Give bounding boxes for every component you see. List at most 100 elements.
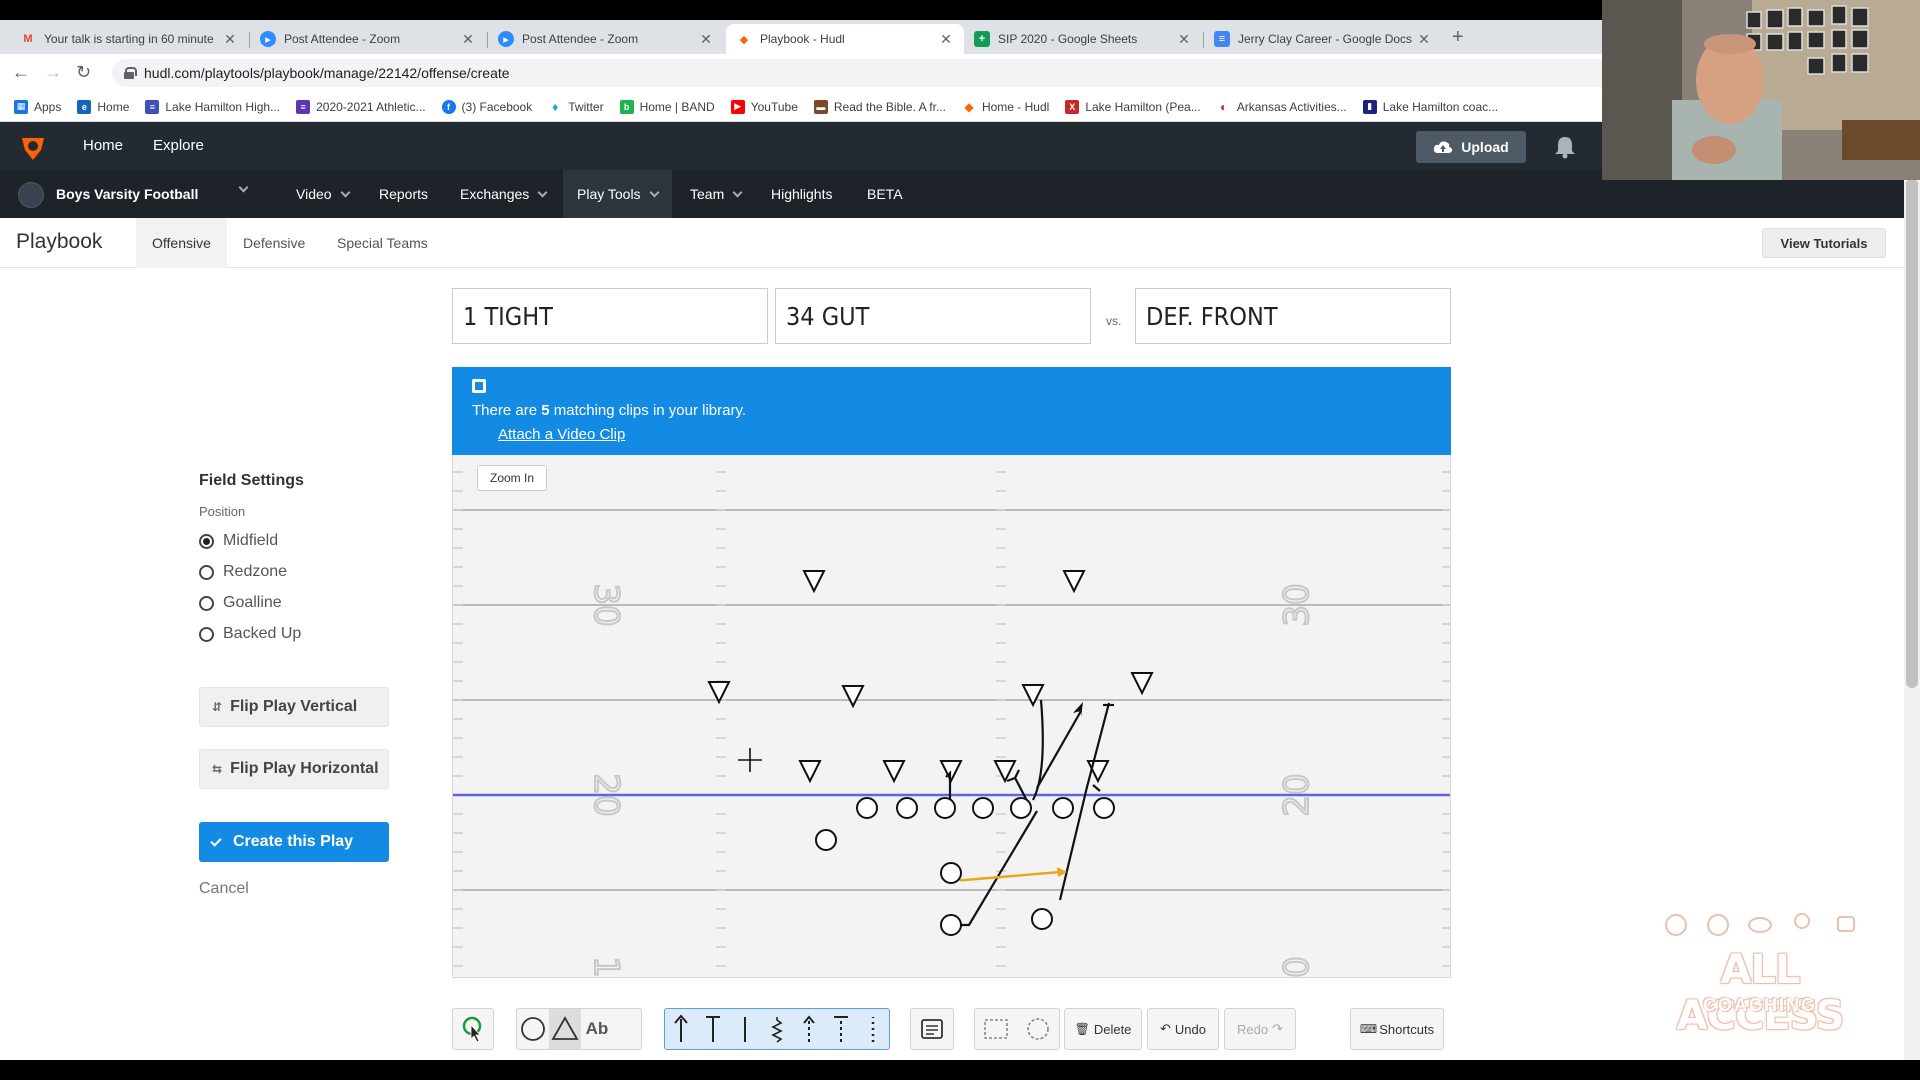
- bookmark-apps[interactable]: ▦ Apps: [14, 99, 61, 114]
- team-avatar[interactable]: [18, 182, 44, 208]
- select-tool-button[interactable]: [452, 1008, 494, 1050]
- plain-line-tool[interactable]: [729, 1009, 761, 1049]
- team-name[interactable]: Boys Varsity Football: [56, 186, 198, 202]
- flip-horizontal-button[interactable]: ⇆ Flip Play Horizontal: [199, 749, 389, 789]
- subnav-beta[interactable]: BETA: [853, 170, 917, 218]
- block-line-tool[interactable]: [697, 1009, 729, 1049]
- bookmark-facebook[interactable]: f (3) Facebook: [441, 99, 532, 114]
- tab-offensive[interactable]: Offensive: [136, 218, 227, 268]
- bookmark-band[interactable]: b Home | BAND: [619, 99, 715, 114]
- browser-tab-zoom-2[interactable]: ▸ Post Attendee - Zoom ✕: [488, 24, 724, 54]
- tab-defensive[interactable]: Defensive: [227, 218, 321, 268]
- subnav-team[interactable]: Team: [676, 170, 755, 218]
- subnav-label: Highlights: [771, 186, 833, 202]
- dashed-arrow-tool[interactable]: [793, 1009, 825, 1049]
- bookmark-bible[interactable]: ▬ Read the Bible. A fr...: [813, 99, 946, 114]
- defense-front-input[interactable]: DEF. FRONT: [1135, 288, 1451, 344]
- browser-tab-sheets[interactable]: + SIP 2020 - Google Sheets ✕: [964, 24, 1202, 54]
- triangle-tool[interactable]: [549, 1009, 581, 1049]
- subnav-reports[interactable]: Reports: [365, 170, 442, 218]
- chevron-down-icon[interactable]: [238, 182, 249, 193]
- redo-icon: ↷: [1272, 1021, 1283, 1036]
- bookmark-lake-hamilton-coach[interactable]: ▮ Lake Hamilton coac...: [1362, 99, 1498, 114]
- subnav-label: Video: [296, 186, 332, 202]
- bell-icon[interactable]: [1552, 134, 1578, 160]
- new-tab-button[interactable]: +: [1452, 26, 1464, 49]
- espn-icon: e: [77, 99, 92, 114]
- close-icon[interactable]: ✕: [460, 31, 476, 48]
- bookmark-lake-hamilton-pea[interactable]: X Lake Hamilton (Pea...: [1065, 99, 1201, 114]
- bookmark-arkansas[interactable]: ◐ Arkansas Activities...: [1216, 99, 1347, 114]
- rect-select-tool[interactable]: [975, 1009, 1017, 1049]
- radio-label: Redzone: [223, 563, 288, 580]
- tab-special-teams[interactable]: Special Teams: [321, 218, 444, 268]
- radio-label: Goalline: [223, 594, 282, 611]
- circle-tool[interactable]: [517, 1009, 549, 1049]
- tab-label: SIP 2020 - Google Sheets: [998, 32, 1138, 46]
- trash-icon: 🗑: [1074, 1022, 1090, 1036]
- zoom-in-button[interactable]: Zoom In: [477, 465, 547, 491]
- bookmark-athletic[interactable]: ≡ 2020-2021 Athletic...: [296, 99, 426, 114]
- hudl-logo-icon[interactable]: [18, 132, 48, 162]
- close-icon[interactable]: ✕: [698, 31, 714, 48]
- browser-tab-zoom-1[interactable]: ▸ Post Attendee - Zoom ✕: [250, 24, 486, 54]
- bookmark-home[interactable]: e Home: [77, 99, 129, 114]
- lasso-select-tool[interactable]: [1017, 1009, 1059, 1049]
- cancel-link[interactable]: Cancel: [199, 880, 249, 898]
- subnav-video[interactable]: Video: [282, 170, 363, 218]
- subnav-play-tools[interactable]: Play Tools: [563, 170, 672, 218]
- nav-explore[interactable]: Explore: [153, 137, 204, 154]
- subnav-highlights[interactable]: Highlights: [757, 170, 846, 218]
- subnav-exchanges[interactable]: Exchanges: [446, 170, 560, 218]
- button-label: Create this Play: [233, 833, 354, 850]
- dashed-block-icon: [834, 1016, 848, 1042]
- back-arrow-icon[interactable]: ←: [12, 62, 30, 83]
- shortcuts-button[interactable]: ⌨ Shortcuts: [1350, 1008, 1444, 1050]
- nav-home[interactable]: Home: [83, 137, 123, 154]
- radio-midfield[interactable]: Midfield: [199, 532, 278, 550]
- subnav-label: Exchanges: [460, 186, 530, 202]
- delete-button[interactable]: 🗑 Delete: [1064, 1008, 1142, 1050]
- text-tool[interactable]: Ab: [581, 1009, 613, 1049]
- bookmark-label: Twitter: [568, 99, 604, 114]
- bookmark-youtube[interactable]: ▶ YouTube: [730, 99, 798, 114]
- bookmark-lake-hamilton-high[interactable]: ≡ Lake Hamilton High...: [145, 99, 280, 114]
- view-tutorials-button[interactable]: View Tutorials: [1762, 228, 1886, 258]
- notes-button[interactable]: [910, 1008, 954, 1050]
- formation-input[interactable]: 1 TIGHT: [452, 288, 768, 344]
- flip-vertical-button[interactable]: ⇵ Flip Play Vertical: [199, 687, 389, 727]
- browser-tab-hudl[interactable]: ◆ Playbook - Hudl ✕: [726, 24, 964, 54]
- field-drawing[interactable]: 30 30 20 20 1 0: [453, 455, 1451, 978]
- play-field-canvas[interactable]: 30 30 20 20 1 0 Zoom In: [452, 455, 1451, 978]
- attach-video-clip-link[interactable]: Attach a Video Clip: [498, 426, 625, 443]
- upload-button[interactable]: Upload: [1416, 131, 1526, 163]
- cloud-upload-icon: [1434, 141, 1453, 153]
- forward-arrow-icon[interactable]: →: [44, 62, 62, 83]
- close-icon[interactable]: ✕: [938, 31, 954, 48]
- create-play-button[interactable]: Create this Play: [199, 822, 389, 862]
- play-name-input[interactable]: 34 GUT: [775, 288, 1091, 344]
- gmail-icon: M: [23, 33, 33, 45]
- dotted-line-tool[interactable]: [857, 1009, 889, 1049]
- redo-button[interactable]: Redo ↷: [1224, 1008, 1296, 1050]
- document-icon: ≡: [145, 99, 160, 114]
- close-icon[interactable]: ✕: [222, 31, 238, 48]
- hash-marks: [453, 471, 1450, 967]
- browser-tab-gmail[interactable]: M Your talk is starting in 60 minute ✕: [10, 24, 248, 54]
- dashed-block-tool[interactable]: [825, 1009, 857, 1049]
- radio-backed-up[interactable]: Backed Up: [199, 625, 301, 643]
- radio-redzone[interactable]: Redzone: [199, 563, 287, 581]
- reload-icon[interactable]: ↻: [76, 62, 91, 83]
- undo-button[interactable]: ↶ Undo: [1147, 1008, 1219, 1050]
- radio-goalline[interactable]: Goalline: [199, 594, 282, 612]
- bookmark-hudl[interactable]: ◆ Home - Hudl: [961, 99, 1049, 114]
- close-icon[interactable]: ✕: [1416, 31, 1432, 48]
- zigzag-line-tool[interactable]: [761, 1009, 793, 1049]
- browser-tab-docs[interactable]: ≡ Jerry Clay Career - Google Docs ✕: [1204, 24, 1442, 54]
- bookmark-twitter[interactable]: ♦ Twitter: [548, 99, 604, 114]
- close-icon[interactable]: ✕: [1176, 31, 1192, 48]
- arkansas-icon: ◐: [1216, 99, 1231, 114]
- tab-label: Your talk is starting in 60 minute: [44, 32, 214, 46]
- scrollbar-thumb[interactable]: [1906, 178, 1918, 688]
- arrow-line-tool[interactable]: [665, 1009, 697, 1049]
